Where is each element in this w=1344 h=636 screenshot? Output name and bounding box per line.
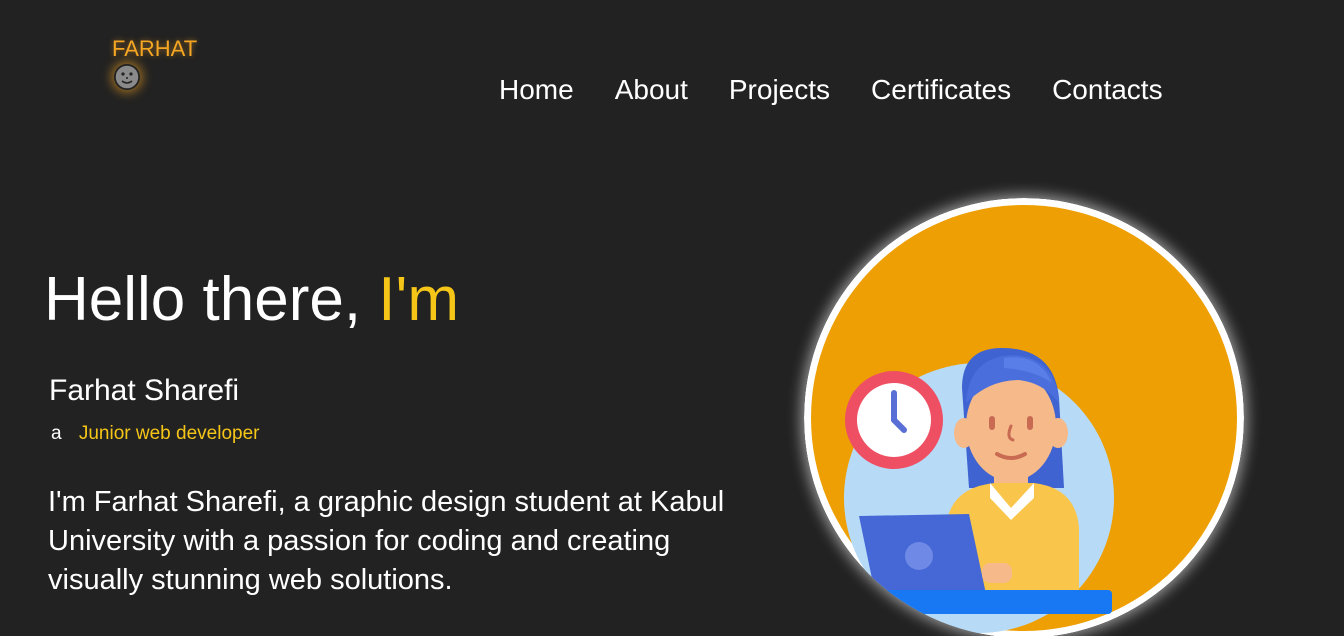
face-icon — [114, 64, 140, 90]
brand-name: FARHAT — [112, 36, 198, 61]
nav-certificates[interactable]: Certificates — [871, 72, 1011, 108]
nav-contacts[interactable]: Contacts — [1052, 72, 1163, 108]
hero-greeting-accent: I'm — [378, 265, 460, 334]
hero-role-prefix: a — [51, 423, 62, 444]
hero-role: a Junior web developer — [51, 422, 259, 446]
avatar-illustration — [804, 198, 1244, 636]
main-nav: Home About Projects Certificates Contact… — [499, 72, 1163, 108]
hero-title: Hello there, I'm — [44, 262, 459, 338]
nav-about[interactable]: About — [615, 72, 688, 108]
page: FARHAT Home About Projects Certificates … — [0, 0, 1344, 636]
hero-greeting: Hello there, — [44, 265, 362, 334]
nav-home[interactable]: Home — [499, 72, 574, 108]
hero-name: Farhat Sharefi — [49, 374, 240, 407]
nav-projects[interactable]: Projects — [729, 72, 830, 108]
hero-bio: I'm Farhat Sharefi, a graphic design stu… — [48, 486, 725, 596]
hero-role-title: Junior web developer — [78, 423, 260, 444]
brand-logo[interactable]: FARHAT — [112, 36, 197, 90]
